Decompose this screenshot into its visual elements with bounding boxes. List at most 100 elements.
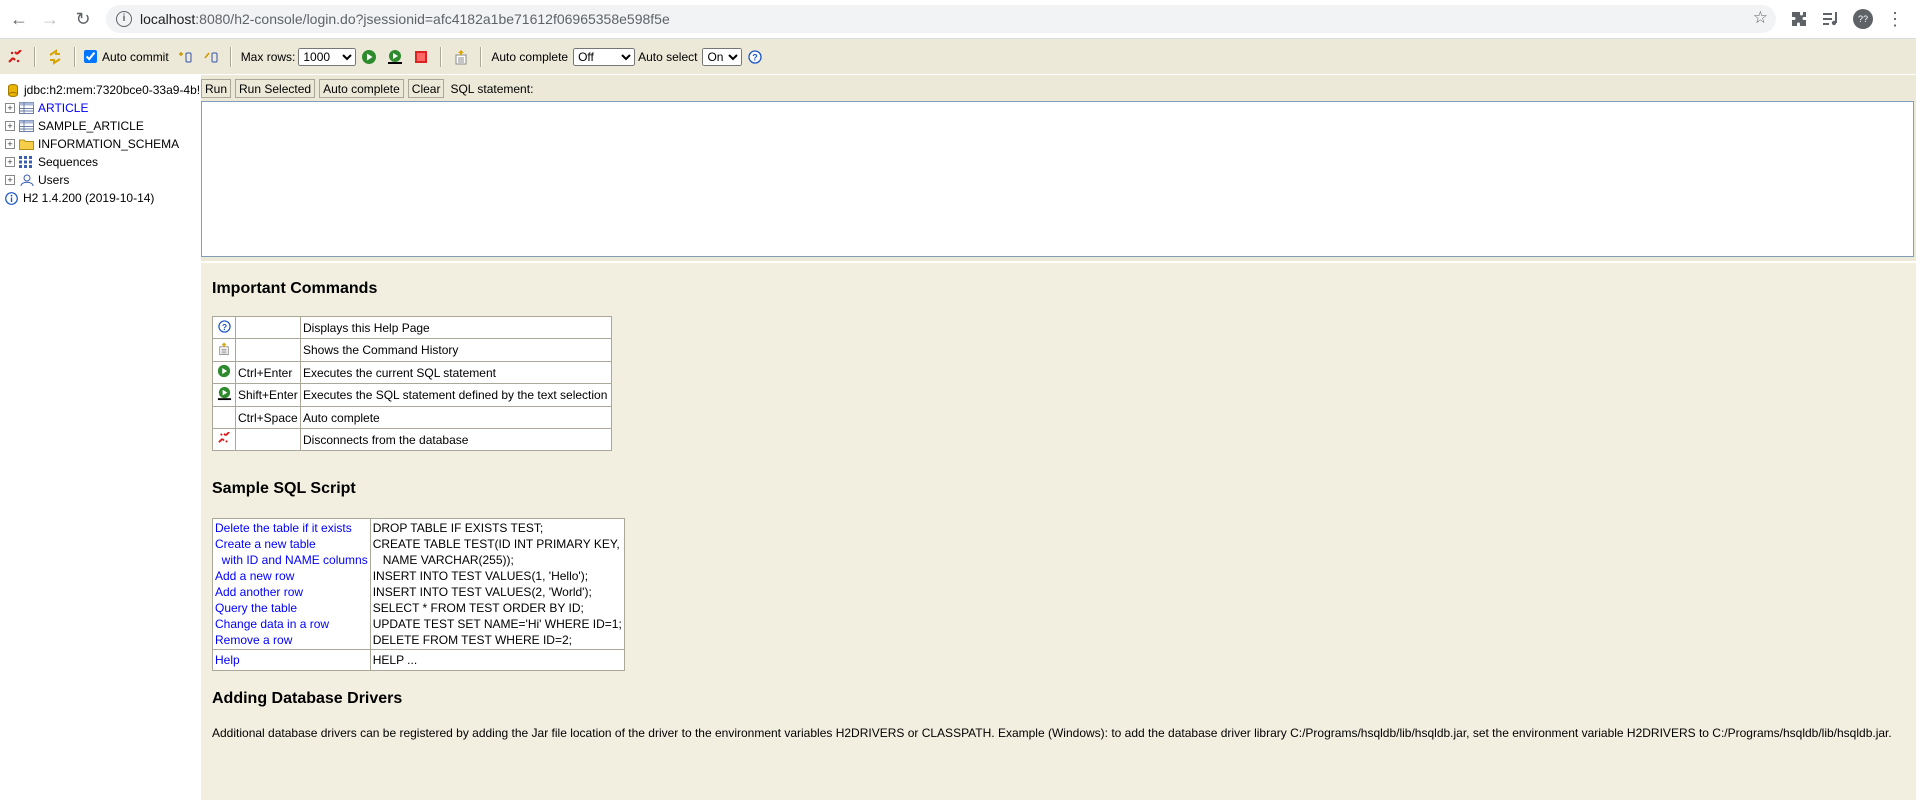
reading-list-icon[interactable] bbox=[1820, 8, 1842, 30]
table-row: Help HELP ... bbox=[212, 649, 625, 671]
table-row: Add another row INSERT INTO TEST VALUES(… bbox=[212, 584, 625, 600]
reload-icon[interactable]: ↻ bbox=[72, 8, 94, 30]
forward-icon[interactable]: → bbox=[39, 8, 61, 30]
command-desc: Disconnects from the database bbox=[300, 428, 612, 451]
command-desc: Executes the SQL statement defined by th… bbox=[300, 383, 612, 407]
query-panel: Run Run Selected Auto complete Clear SQL… bbox=[201, 75, 1916, 261]
expand-icon[interactable]: + bbox=[5, 157, 15, 167]
command-key bbox=[235, 316, 301, 339]
command-key: Ctrl+Enter bbox=[235, 361, 301, 384]
clear-button[interactable]: Clear bbox=[407, 79, 445, 98]
address-bar[interactable]: i localhost:8080/h2-console/login.do?jse… bbox=[106, 5, 1776, 33]
sample-sql: NAME VARCHAR(255)); bbox=[369, 552, 625, 568]
disconnect-icon[interactable] bbox=[5, 47, 25, 67]
sample-sql: UPDATE TEST SET NAME='Hi' WHERE ID=1; bbox=[369, 616, 625, 632]
sample-sql: DELETE FROM TEST WHERE ID=2; bbox=[369, 632, 625, 650]
sample-sql: INSERT INTO TEST VALUES(2, 'World'); bbox=[369, 584, 625, 600]
tree-item-label: SAMPLE_ARTICLE bbox=[38, 119, 144, 133]
svg-text:?: ? bbox=[221, 321, 226, 331]
sample-sql: DROP TABLE IF EXISTS TEST; bbox=[369, 518, 625, 536]
command-key: Shift+Enter bbox=[235, 383, 301, 407]
expand-icon[interactable]: + bbox=[5, 139, 15, 149]
tree-item-information-schema[interactable]: + INFORMATION_SCHEMA bbox=[0, 135, 179, 153]
table-icon bbox=[19, 102, 34, 115]
table-row: Remove a row DELETE FROM TEST WHERE ID=2… bbox=[212, 632, 625, 650]
commit-icon[interactable] bbox=[175, 47, 195, 67]
table-row: Create a new table CREATE TABLE TEST(ID … bbox=[212, 536, 625, 552]
tree-item-sample-article[interactable]: + SAMPLE_ARTICLE bbox=[0, 117, 144, 135]
sample-link[interactable]: Add a new row bbox=[212, 568, 371, 584]
object-tree: jdbc:h2:mem:7320bce0-33a9-4b! + ARTICLE … bbox=[0, 75, 201, 800]
table-row: Shift+Enter Executes the SQL statement d… bbox=[212, 383, 612, 407]
auto-complete-button[interactable]: Auto complete bbox=[319, 79, 404, 98]
command-key: Ctrl+Space bbox=[235, 406, 301, 429]
max-rows-select[interactable]: 1000 bbox=[298, 47, 357, 66]
sql-statement-label: SQL statement: bbox=[450, 81, 534, 96]
command-key bbox=[235, 338, 301, 362]
run-selected-icon[interactable] bbox=[385, 47, 405, 67]
tree-item-label: INFORMATION_SCHEMA bbox=[38, 137, 180, 151]
menu-kebab-icon[interactable]: ⋮ bbox=[1884, 8, 1906, 30]
tree-connection[interactable]: jdbc:h2:mem:7320bce0-33a9-4b! bbox=[0, 81, 200, 99]
sample-sql-heading: Sample SQL Script bbox=[212, 480, 356, 497]
svg-text:?: ? bbox=[753, 52, 759, 62]
h2-toolbar: Auto commit Max rows: 1000 Auto complete… bbox=[0, 39, 1916, 74]
run-selected-button[interactable]: Run Selected bbox=[235, 79, 316, 98]
auto-select-label: Auto select bbox=[638, 49, 698, 64]
table-row: Add a new row INSERT INTO TEST VALUES(1,… bbox=[212, 568, 625, 584]
auto-complete-select[interactable]: Off bbox=[573, 47, 636, 66]
sample-link[interactable]: Change data in a row bbox=[212, 616, 371, 632]
tree-item-article[interactable]: + ARTICLE bbox=[0, 99, 88, 117]
table-row: Ctrl+Enter Executes the current SQL stat… bbox=[212, 361, 612, 384]
back-icon[interactable]: ← bbox=[8, 8, 30, 30]
table-row: ? Displays this Help Page bbox=[212, 316, 612, 339]
expand-icon[interactable]: + bbox=[5, 103, 15, 113]
table-row: with ID and NAME columns NAME VARCHAR(25… bbox=[212, 552, 625, 568]
tree-item-label[interactable]: ARTICLE bbox=[38, 101, 88, 115]
help-link[interactable]: Help bbox=[212, 649, 371, 671]
sample-link[interactable]: Create a new table bbox=[212, 536, 371, 552]
run-button[interactable]: Run bbox=[201, 79, 232, 98]
tree-item-users[interactable]: + Users bbox=[0, 171, 69, 189]
connection-url: jdbc:h2:mem:7320bce0-33a9-4b! bbox=[24, 83, 201, 97]
sample-link[interactable]: Remove a row bbox=[212, 632, 371, 650]
command-desc: Auto complete bbox=[300, 406, 612, 429]
extensions-icon[interactable] bbox=[1788, 8, 1810, 30]
tree-item-sequences[interactable]: + Sequences bbox=[0, 153, 98, 171]
table-row: Disconnects from the database bbox=[212, 428, 612, 451]
run-icon bbox=[212, 361, 236, 384]
profile-avatar[interactable]: ?? bbox=[1853, 9, 1873, 29]
stop-icon[interactable] bbox=[411, 47, 431, 67]
run-icon[interactable] bbox=[359, 47, 379, 67]
command-desc: Shows the Command History bbox=[300, 338, 612, 362]
max-rows-label: Max rows: bbox=[240, 49, 296, 64]
auto-select-select[interactable]: On bbox=[702, 47, 743, 66]
site-info-icon[interactable]: i bbox=[116, 11, 132, 27]
folder-icon bbox=[19, 138, 34, 151]
sample-sql: SELECT * FROM TEST ORDER BY ID; bbox=[369, 600, 625, 616]
auto-commit-checkbox[interactable] bbox=[84, 50, 97, 63]
sql-editor[interactable] bbox=[201, 101, 1914, 257]
expand-icon[interactable]: + bbox=[5, 121, 15, 131]
auto-commit-label: Auto commit bbox=[102, 49, 169, 64]
refresh-icon[interactable] bbox=[45, 47, 65, 67]
sample-link[interactable]: Query the table bbox=[212, 600, 371, 616]
help-icon: ? bbox=[212, 316, 236, 339]
toolbar-separator bbox=[74, 46, 76, 67]
sample-link[interactable]: with ID and NAME columns bbox=[212, 552, 371, 568]
bookmark-star-icon[interactable]: ☆ bbox=[1753, 8, 1768, 28]
result-panel: Important Commands ? Displays this Help … bbox=[201, 263, 1916, 800]
history-icon[interactable] bbox=[451, 47, 471, 67]
commands-table: ? Displays this Help Page Shows the Comm… bbox=[212, 316, 612, 451]
rollback-icon[interactable] bbox=[201, 47, 221, 67]
command-icon-empty bbox=[212, 406, 236, 429]
history-icon bbox=[212, 338, 236, 362]
sample-link[interactable]: Add another row bbox=[212, 584, 371, 600]
important-commands-heading: Important Commands bbox=[212, 280, 378, 297]
table-row: Change data in a row UPDATE TEST SET NAM… bbox=[212, 616, 625, 632]
help-icon[interactable]: ? bbox=[745, 47, 765, 67]
expand-icon[interactable]: + bbox=[5, 175, 15, 185]
toolbar-separator bbox=[229, 46, 232, 67]
url-text[interactable]: localhost:8080/h2-console/login.do?jsess… bbox=[140, 11, 670, 27]
sample-link[interactable]: Delete the table if it exists bbox=[212, 518, 371, 536]
